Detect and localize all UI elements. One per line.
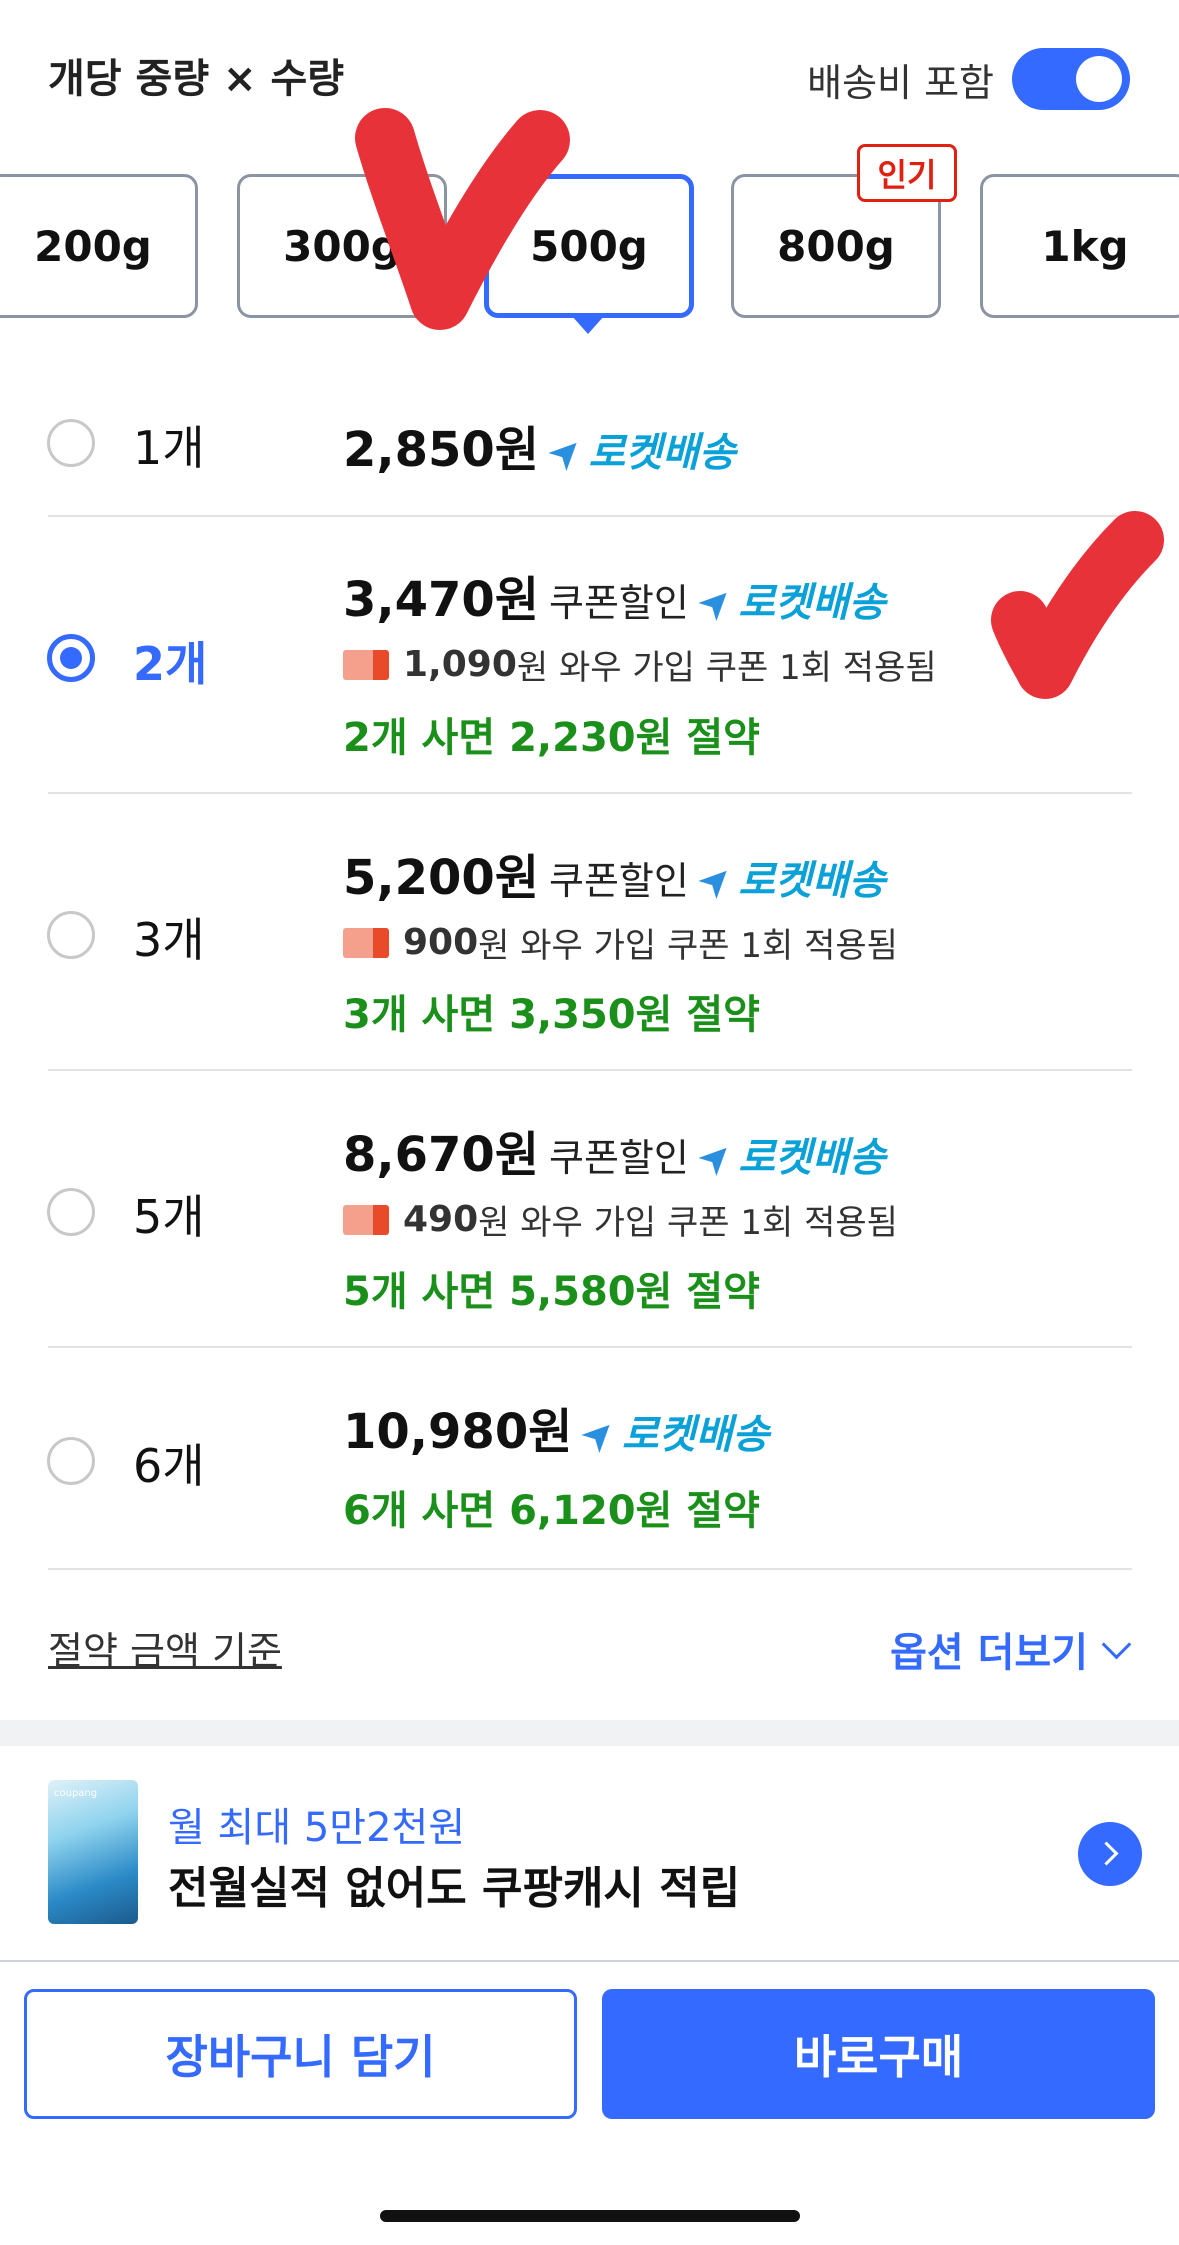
rocket-icon: ➤ [537, 424, 594, 482]
popular-badge: 인기 [857, 144, 957, 202]
coupon-text: 원 와우 가입 쿠폰 1회 적용됨 [478, 1203, 898, 1243]
option-price-row: 3,470원 쿠폰할인➤로켓배송 [343, 560, 886, 632]
option-qty: 5개 [133, 1190, 205, 1244]
savings-text: 5개 사면 5,580원 절약 [343, 1269, 760, 1315]
option-qty: 2개 [133, 637, 208, 691]
buy-now-button[interactable]: 바로구매 [602, 1989, 1155, 2119]
coupon-text: 원 와우 가입 쿠폰 1회 적용됨 [516, 648, 937, 688]
check-mark-annotation [991, 511, 1164, 699]
weight-option-500g[interactable]: 500g [484, 174, 694, 318]
toggle-knob [1076, 56, 1122, 102]
option-radio-1[interactable] [47, 419, 95, 467]
weight-option-300g[interactable]: 300g [237, 174, 447, 318]
coupon-text: 원 와우 가입 쿠폰 1회 적용됨 [478, 926, 898, 966]
rocket-icon: ➤ [687, 852, 744, 910]
divider [48, 792, 1132, 794]
weight-option-1kg[interactable]: 1kg [980, 174, 1179, 318]
divider [48, 1069, 1132, 1071]
option-price: 8,670원 [343, 1127, 539, 1183]
chevron-down-icon [1101, 1629, 1132, 1659]
option-radio-2[interactable] [47, 634, 95, 682]
option-qty: 3개 [133, 913, 205, 967]
divider [48, 1568, 1132, 1570]
option-price-row: 2,850원➤로켓배송 [343, 410, 736, 482]
coupon-amount: 1,090 [403, 644, 517, 685]
option-price: 5,200원 [343, 850, 539, 906]
option-radio-3[interactable] [47, 911, 95, 959]
chevron-right-icon[interactable] [1078, 1822, 1142, 1886]
coupon-discount-label: 쿠폰할인 [549, 859, 689, 903]
rocket-icon: ➤ [687, 574, 744, 632]
shipping-included-label: 배송비 포함 [807, 61, 994, 105]
weight-option-200g[interactable]: 200g [0, 174, 198, 318]
add-to-cart-button[interactable]: 장바구니 담기 [24, 1989, 577, 2119]
option-price: 2,850원 [343, 422, 539, 478]
coupang-card-image: coupang [48, 1780, 138, 1924]
coupon-discount-label: 쿠폰할인 [549, 1136, 689, 1180]
card-brand: coupang [54, 1788, 98, 1799]
rocket-delivery-badge: ➤로켓배송 [687, 1129, 886, 1187]
option-qty: 1개 [133, 421, 205, 475]
promo-subtitle: 월 최대 5만2천원 [168, 1805, 466, 1851]
option-price: 10,980원 [343, 1404, 573, 1460]
coupon-applied-line: 490 원 와우 가입 쿠폰 1회 적용됨 [343, 1195, 898, 1244]
option-price-row: 8,670원 쿠폰할인➤로켓배송 [343, 1115, 886, 1187]
promo-title: 전월실적 없어도 쿠팡캐시 적립 [168, 1863, 741, 1914]
section-gap [0, 1720, 1179, 1746]
savings-text: 3개 사면 3,350원 절약 [343, 992, 760, 1038]
option-radio-5[interactable] [47, 1188, 95, 1236]
savings-text: 6개 사면 6,120원 절약 [343, 1488, 760, 1534]
coupon-ticket-icon [343, 1204, 389, 1235]
shipping-included-toggle[interactable] [1012, 48, 1130, 110]
rocket-delivery-badge: ➤로켓배송 [537, 424, 736, 482]
option-price-row: 10,980원➤로켓배송 [343, 1392, 770, 1464]
more-options-label: 옵션 더보기 [890, 1630, 1088, 1676]
option-radio-6[interactable] [47, 1437, 95, 1485]
divider [48, 515, 1132, 517]
coupon-applied-line: 900 원 와우 가입 쿠폰 1회 적용됨 [343, 918, 898, 967]
coupon-ticket-icon [343, 927, 389, 958]
rocket-icon: ➤ [687, 1129, 744, 1187]
rocket-delivery-badge: ➤로켓배송 [687, 574, 886, 632]
savings-text: 2개 사면 2,230원 절약 [343, 715, 760, 761]
coupon-amount: 900 [403, 922, 479, 963]
coupon-ticket-icon [343, 649, 389, 680]
home-indicator [380, 2210, 800, 2222]
coupon-applied-line: 1,090 원 와우 가입 쿠폰 1회 적용됨 [343, 640, 937, 689]
divider [48, 1346, 1132, 1348]
option-qty: 6개 [133, 1439, 205, 1493]
option-price-row: 5,200원 쿠폰할인➤로켓배송 [343, 838, 886, 910]
bottom-bar-divider [0, 1960, 1179, 1962]
selected-pointer [572, 316, 604, 334]
coupon-discount-label: 쿠폰할인 [549, 581, 689, 625]
savings-basis-link[interactable]: 절약 금액 기준 [48, 1620, 282, 1675]
rocket-delivery-badge: ➤로켓배송 [571, 1406, 770, 1464]
option-price: 3,470원 [343, 572, 539, 628]
more-options-button[interactable]: 옵션 더보기 [890, 1620, 1132, 1678]
rocket-delivery-badge: ➤로켓배송 [687, 852, 886, 910]
page-title: 개당 중량 × 수량 [48, 56, 345, 102]
coupon-amount: 490 [403, 1199, 479, 1240]
rocket-icon: ➤ [571, 1406, 628, 1464]
